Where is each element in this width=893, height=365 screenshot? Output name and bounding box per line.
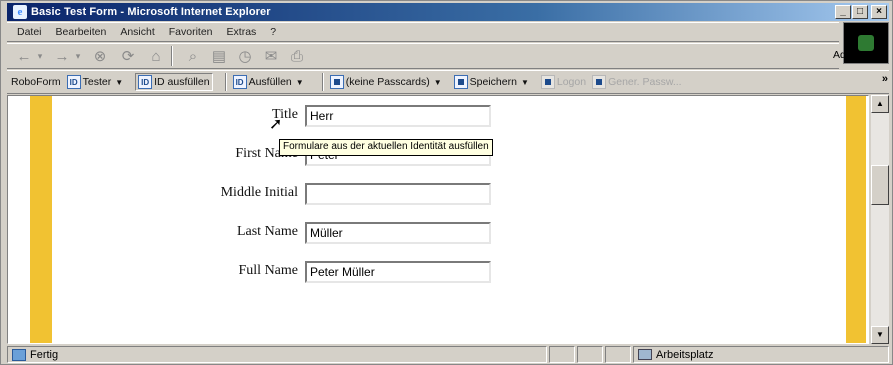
status-bar: Fertig Arbeitsplatz [7,345,889,364]
refresh-icon[interactable]: ⟳ [117,46,139,66]
title-field[interactable]: Herr [305,105,491,127]
chevron-down-icon[interactable]: ▼ [296,78,304,87]
forward-icon[interactable]: → [51,46,73,66]
tooltip: Formulare aus der aktuellen Identität au… [279,139,493,156]
roboform-brand: RoboForm [11,76,61,88]
save-label: Speichern [469,76,517,88]
search-icon[interactable]: ⌕ [183,46,203,66]
title-label: Title [272,107,298,122]
menu-favoriten[interactable]: Favoriten [169,26,213,38]
maximize-button[interactable]: □ [852,5,868,19]
browser-window: e Basic Test Form - Microsoft Internet E… [0,0,893,365]
chevron-down-icon[interactable]: ▼ [521,78,529,87]
zone-pane: Arbeitsplatz [633,346,889,363]
back-dropdown-icon[interactable]: ▾ [35,46,45,66]
id-icon: ID [232,75,247,89]
id-fill-label: ID ausfüllen [154,76,210,88]
chevron-down-icon[interactable]: ▼ [115,78,123,87]
generate-icon [592,75,607,89]
save-button[interactable]: Speichern ▼ [453,75,535,89]
menu-bar: Datei Bearbeiten Ansicht Favoriten Extra… [7,22,839,42]
scroll-down-button[interactable]: ▼ [871,326,889,344]
stop-icon[interactable]: ⊗ [89,46,111,66]
fill-button[interactable]: ID Ausfüllen ▼ [232,75,310,89]
right-decor-stripe [846,96,866,343]
scroll-thumb[interactable] [871,165,889,205]
address-label[interactable]: Adresse [833,49,872,61]
menu-datei[interactable]: Datei [17,26,42,38]
passcards-label: (keine Passcards) [345,76,430,88]
title-bar[interactable]: e Basic Test Form - Microsoft Internet E… [7,3,889,21]
status-pane [577,346,603,363]
history-icon[interactable]: ◷ [235,46,255,66]
menu-bearbeiten[interactable]: Bearbeiten [56,26,107,38]
full-name-field[interactable]: Peter Müller [305,261,491,283]
tester-button[interactable]: ID Tester ▼ [66,75,130,89]
status-text-pane: Fertig [7,346,547,363]
first-name-label: First Name [235,146,298,161]
last-name-field[interactable]: Müller [305,222,491,244]
menu-extras[interactable]: Extras [227,26,257,38]
window-title: Basic Test Form - Microsoft Internet Exp… [31,6,271,18]
toolbar-overflow-button[interactable]: » [882,73,888,85]
back-icon[interactable]: ← [13,46,35,66]
print-icon[interactable]: ⎙ [287,46,307,66]
ie-logo-icon: e [13,5,27,19]
page-content: Title Herr First Name Peter Middle Initi… [7,95,869,344]
middle-initial-label: Middle Initial [220,185,298,200]
status-pane [549,346,575,363]
roboform-toolbar: RoboForm ID Tester ▼ ID ID ausfüllen ID … [7,70,889,94]
vertical-scrollbar[interactable]: ▲ ▼ [870,95,889,344]
middle-initial-field[interactable] [305,183,491,205]
generate-label: Gener. Passw... [608,76,682,88]
last-name-label: Last Name [236,224,298,239]
roboform-menu[interactable]: RoboForm [11,76,61,88]
menu-help[interactable]: ? [270,26,276,38]
favorites-icon[interactable]: ▤ [209,46,229,66]
page-icon [12,348,26,361]
tester-label: Tester [82,76,112,88]
id-icon: ID [66,75,81,89]
status-pane [605,346,631,363]
close-button[interactable]: × [871,5,887,19]
mouse-cursor-icon: ➚ [269,116,283,133]
home-icon[interactable]: ⌂ [145,46,167,66]
save-icon [453,75,468,89]
chevron-down-icon[interactable]: ▼ [434,78,442,87]
toolbar-separator [321,73,324,91]
minimize-button[interactable]: _ [835,5,851,19]
toolbar-separator [171,46,173,66]
passcards-button[interactable]: (keine Passcards) ▼ [329,75,448,89]
menu-ansicht[interactable]: Ansicht [120,26,154,38]
scroll-up-button[interactable]: ▲ [871,95,889,113]
passcard-icon [329,75,344,89]
generate-password-button: Gener. Passw... [592,75,682,89]
id-icon: ID [138,75,153,89]
navigation-toolbar: ← ▾ → ▾ ⊗ ⟳ ⌂ ⌕ ▤ ◷ ✉ ⎙ [7,43,839,69]
toolbar-separator [224,73,227,91]
mail-icon[interactable]: ✉ [261,46,281,66]
login-button: Logon [540,75,587,89]
id-fill-button[interactable]: ID ID ausfüllen [135,73,213,91]
full-name-label: Full Name [238,263,299,278]
computer-icon [638,349,652,360]
fill-label: Ausfüllen [248,76,292,88]
zone-text: Arbeitsplatz [656,348,714,361]
forward-dropdown-icon[interactable]: ▾ [73,46,83,66]
login-icon [540,75,555,89]
login-label: Logon [556,76,587,88]
left-decor-stripe [30,96,52,343]
status-text: Fertig [30,348,59,361]
